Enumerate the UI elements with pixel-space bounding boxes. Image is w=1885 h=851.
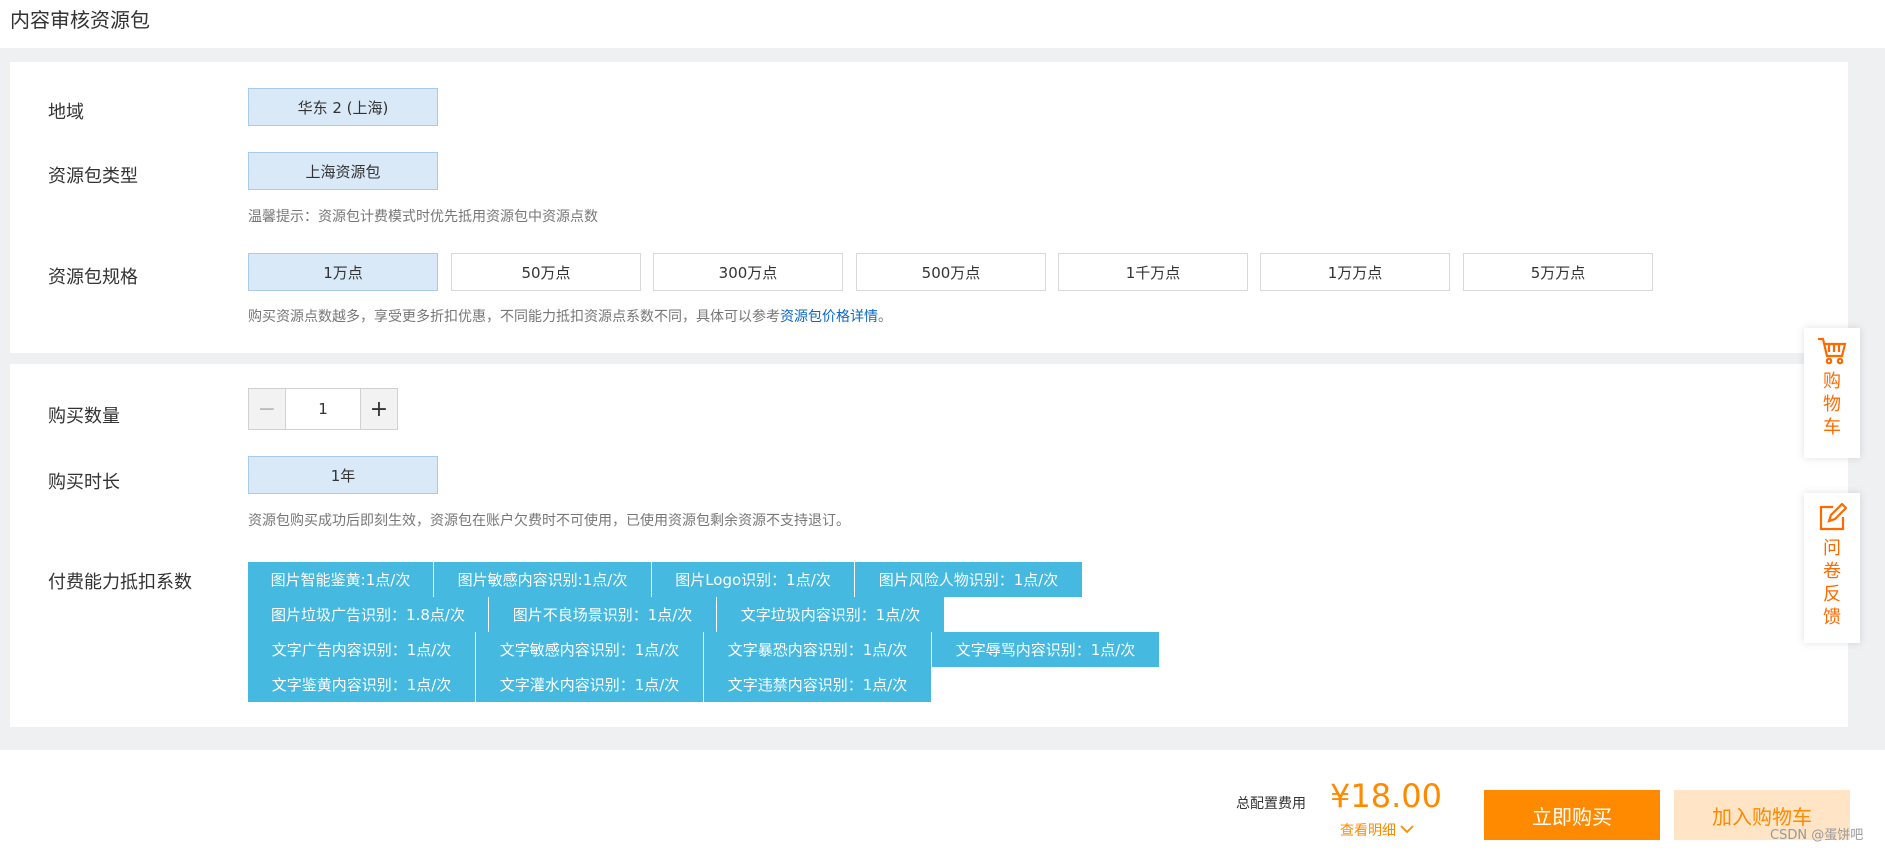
side-feedback-text: 问卷反馈	[1823, 538, 1841, 628]
coefficient-tag: 文字辱骂内容识别：1点/次	[932, 632, 1160, 667]
side-cart-widget[interactable]: 购物车	[1804, 328, 1860, 458]
package-type-hint: 温馨提示：资源包计费模式时优先抵用资源包中资源点数	[248, 209, 598, 225]
coefficient-tag: 图片敏感内容识别:1点/次	[434, 562, 652, 597]
coefficient-tag: 文字灌水内容识别：1点/次	[476, 667, 704, 702]
coefficient-tag: 图片风险人物识别：1点/次	[855, 562, 1083, 597]
total-cost-label: 总配置费用	[1236, 796, 1306, 812]
coefficient-tag: 文字暴恐内容识别：1点/次	[704, 632, 932, 667]
coefficient-tag: 文字敏感内容识别：1点/次	[476, 632, 704, 667]
quantity-label: 购买数量	[48, 406, 120, 427]
spec-option-2[interactable]: 300万点	[653, 253, 843, 291]
decrement-button[interactable]: −	[249, 389, 285, 429]
quantity-stepper: − 1 +	[248, 388, 398, 430]
purchase-card: 购买数量 − 1 + 购买时长 1年 资源包购买成功后即刻生效，资源包在账户欠费…	[10, 364, 1848, 727]
package-spec-hint: 购买资源点数越多，享受更多折扣优惠，不同能力抵扣资源点系数不同，具体可以参考资源…	[248, 306, 892, 326]
coefficient-tag: 图片不良场景识别：1点/次	[489, 597, 717, 632]
coefficient-tag: 图片垃圾广告识别：1.8点/次	[248, 597, 489, 632]
spec-option-4[interactable]: 1千万点	[1058, 253, 1248, 291]
buy-now-button[interactable]: 立即购买	[1484, 790, 1660, 840]
spec-option-6[interactable]: 5万万点	[1463, 253, 1653, 291]
package-spec-hint-text: 购买资源点数越多，享受更多折扣优惠，不同能力抵扣资源点系数不同，具体可以参考	[248, 309, 780, 325]
coefficient-tag: 文字鉴黄内容识别：1点/次	[248, 667, 476, 702]
region-option-0[interactable]: 华东 2 (上海)	[248, 88, 438, 126]
increment-button[interactable]: +	[361, 389, 397, 429]
coefficient-label: 付费能力抵扣系数	[48, 572, 192, 593]
package-spec-label: 资源包规格	[48, 267, 138, 288]
watermark: CSDN @蛋饼吧	[1770, 828, 1864, 843]
package-spec-hint-suffix: 。	[878, 309, 892, 325]
spec-option-0[interactable]: 1万点	[248, 253, 438, 291]
region-label: 地域	[48, 102, 84, 123]
chevron-down-icon	[1400, 822, 1414, 838]
package-type-label: 资源包类型	[48, 166, 138, 187]
view-detail-link[interactable]: 查看明细	[1340, 820, 1414, 840]
duration-option-0[interactable]: 1年	[248, 456, 438, 494]
coefficient-tag: 图片Logo识别：1点/次	[652, 562, 855, 597]
spec-option-1[interactable]: 50万点	[451, 253, 641, 291]
side-feedback-widget[interactable]: 问卷反馈	[1804, 493, 1860, 643]
duration-label: 购买时长	[48, 472, 120, 493]
duration-hint: 资源包购买成功后即刻生效，资源包在账户欠费时不可使用，已使用资源包剩余资源不支持…	[248, 513, 850, 529]
coefficient-tag: 图片智能鉴黄:1点/次	[248, 562, 434, 597]
total-price: ¥18.00	[1330, 777, 1442, 815]
edit-icon	[1817, 502, 1848, 537]
coefficient-tag: 文字垃圾内容识别：1点/次	[717, 597, 945, 632]
coefficient-tag: 文字违禁内容识别：1点/次	[704, 667, 932, 702]
side-cart-text: 购物车	[1823, 371, 1841, 438]
page-title: 内容审核资源包	[10, 8, 150, 32]
quantity-input[interactable]: 1	[285, 389, 361, 429]
spec-option-3[interactable]: 500万点	[856, 253, 1046, 291]
package-type-option-0[interactable]: 上海资源包	[248, 152, 438, 190]
spec-card: 地域 华东 2 (上海) 资源包类型 上海资源包 温馨提示：资源包计费模式时优先…	[10, 62, 1848, 353]
cart-icon	[1816, 336, 1848, 370]
spec-option-5[interactable]: 1万万点	[1260, 253, 1450, 291]
coefficient-tag: 文字广告内容识别：1点/次	[248, 632, 476, 667]
view-detail-text: 查看明细	[1340, 823, 1396, 839]
price-detail-link[interactable]: 资源包价格详情	[780, 309, 878, 325]
